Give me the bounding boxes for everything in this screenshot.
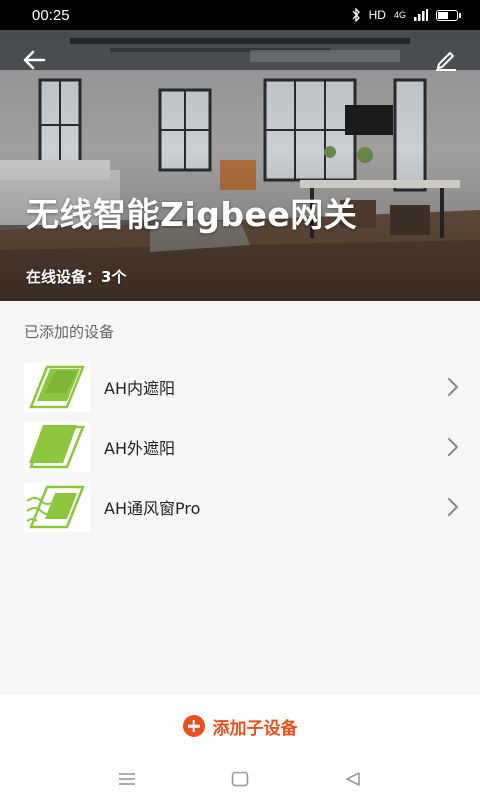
device-item-outer-shade[interactable]: AH外遮阳 [0,417,480,477]
device-name: AH外遮阳 [104,439,175,458]
signal-label: 4G [393,10,406,20]
online-devices-count: 在线设备：3个 [26,268,127,286]
back-triangle-icon [346,771,361,786]
outer-shade-icon [24,422,90,472]
device-item-inner-shade[interactable]: AH内遮阳 [0,357,480,417]
device-list: AH内遮阳 AH外遮阳 AH通风窗Pro [0,357,480,537]
pencil-icon [436,52,456,71]
gateway-title: 无线智能Zigbee网关 [26,195,358,234]
chevron-right-icon [448,438,458,456]
status-icons: HD 4G [351,8,461,22]
home-square-icon [231,771,249,786]
edit-button[interactable] [426,44,466,76]
ventilation-window-icon [24,482,90,532]
header-overlay [0,30,480,301]
back-nav-button[interactable] [333,764,373,794]
bluetooth-icon [352,8,360,22]
device-name: AH通风窗Pro [104,499,201,518]
device-section: 已添加的设备 AH内遮阳 AH外遮阳 AH通风窗Pro [0,301,480,695]
add-sub-device-button[interactable]: 添加子设备 [0,695,480,757]
status-time: 00:25 [32,6,70,24]
menu-icon [118,772,135,785]
inner-shade-icon [24,362,90,412]
back-arrow-icon [23,50,46,70]
device-item-ventilation-window[interactable]: AH通风窗Pro [0,477,480,537]
back-button[interactable] [14,44,54,76]
add-sub-device-label: 添加子设备 [212,718,298,739]
network-label: HD [368,8,386,22]
signal-icon [414,9,428,21]
plus-circle-icon [182,715,205,737]
menu-button[interactable] [107,764,147,794]
battery-icon [436,9,461,21]
system-navigation-bar [0,757,480,800]
header-banner: 无线智能Zigbee网关 在线设备：3个 [0,30,480,301]
chevron-right-icon [448,498,458,516]
status-bar: 00:25 HD 4G [0,0,480,30]
device-name: AH内遮阳 [104,379,175,398]
home-button[interactable] [220,764,260,794]
section-label: 已添加的设备 [24,323,115,341]
chevron-right-icon [448,378,458,396]
